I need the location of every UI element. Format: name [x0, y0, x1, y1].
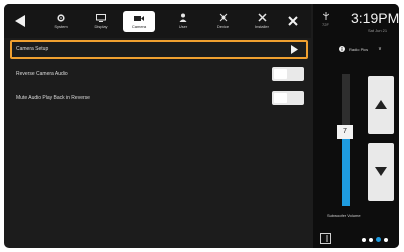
mute-audio-reverse-label: Mute Audio Play Back in Reverse — [16, 95, 90, 101]
arrow-up-icon — [375, 100, 387, 109]
tab-installer[interactable]: Installer — [247, 4, 277, 38]
head-unit-screen: System Display Camera User Device Instal… — [4, 4, 399, 248]
device-icon — [219, 13, 227, 22]
volume-slider[interactable] — [342, 74, 350, 206]
back-button[interactable] — [10, 4, 30, 38]
user-icon — [179, 13, 187, 22]
date: Sat Jun 21 — [368, 28, 388, 33]
tab-camera[interactable]: Camera — [123, 11, 155, 32]
close-button[interactable] — [284, 4, 302, 38]
tab-installer-label: Installer — [254, 24, 269, 29]
back-arrow-icon — [14, 15, 25, 27]
tab-device[interactable]: Device — [208, 4, 238, 38]
screen-toggle-icon[interactable] — [320, 233, 331, 244]
monitor-icon — [96, 13, 106, 22]
signal-icon — [323, 12, 329, 20]
reverse-camera-audio-label: Reverse Camera Audio — [16, 71, 68, 77]
volume-up-button[interactable] — [368, 76, 394, 134]
info-icon — [339, 46, 345, 52]
volume-down-button[interactable] — [368, 143, 394, 201]
tab-camera-label: Camera — [131, 23, 147, 29]
source-label: Radio Pics — [349, 46, 369, 52]
tab-user[interactable]: User — [168, 4, 198, 38]
reverse-camera-audio-row: Reverse Camera Audio — [10, 65, 308, 84]
camera-icon — [134, 15, 144, 21]
volume-value[interactable]: 7 — [337, 125, 353, 140]
gear-icon — [57, 13, 65, 22]
camera-setup-row[interactable]: Camera Setup — [10, 40, 308, 59]
toggle-knob — [274, 69, 287, 79]
close-icon — [288, 16, 298, 26]
page-dot[interactable] — [376, 237, 381, 242]
chevron-right-icon — [291, 45, 298, 54]
tools-icon — [257, 13, 267, 22]
toggle-knob — [274, 93, 287, 103]
tab-system[interactable]: System — [46, 4, 76, 38]
source-selector[interactable]: Radio Pics ∨ — [339, 46, 382, 52]
camera-setup-label: Camera Setup — [16, 46, 49, 52]
tab-system-label: System — [54, 23, 68, 29]
page-dot[interactable] — [362, 237, 366, 242]
arrow-down-icon — [375, 167, 387, 176]
page-indicator — [362, 237, 391, 242]
volume-label: Subwoofer Volume — [327, 213, 361, 218]
mute-audio-reverse-row: Mute Audio Play Back in Reverse — [10, 89, 308, 108]
tab-device-label: Device — [216, 24, 230, 29]
top-toolbar: System Display Camera User Device Instal… — [4, 4, 311, 38]
tab-display-label: Display — [94, 23, 108, 29]
tab-user-label: User — [178, 24, 188, 29]
clock: 3:19PM — [351, 10, 399, 26]
chevron-down-icon: ∨ — [378, 46, 382, 52]
page-dot[interactable] — [369, 237, 373, 242]
right-status-panel: 72F 3:19PM Sat Jun 21 Radio Pics ∨ 7 Sub… — [313, 4, 399, 248]
page-dot[interactable] — [384, 237, 388, 242]
temperature: 72F — [322, 22, 329, 27]
mute-audio-reverse-toggle[interactable] — [272, 91, 304, 105]
volume-slider-fill — [342, 132, 350, 206]
reverse-camera-audio-toggle[interactable] — [272, 67, 304, 81]
tab-display[interactable]: Display — [86, 4, 116, 38]
